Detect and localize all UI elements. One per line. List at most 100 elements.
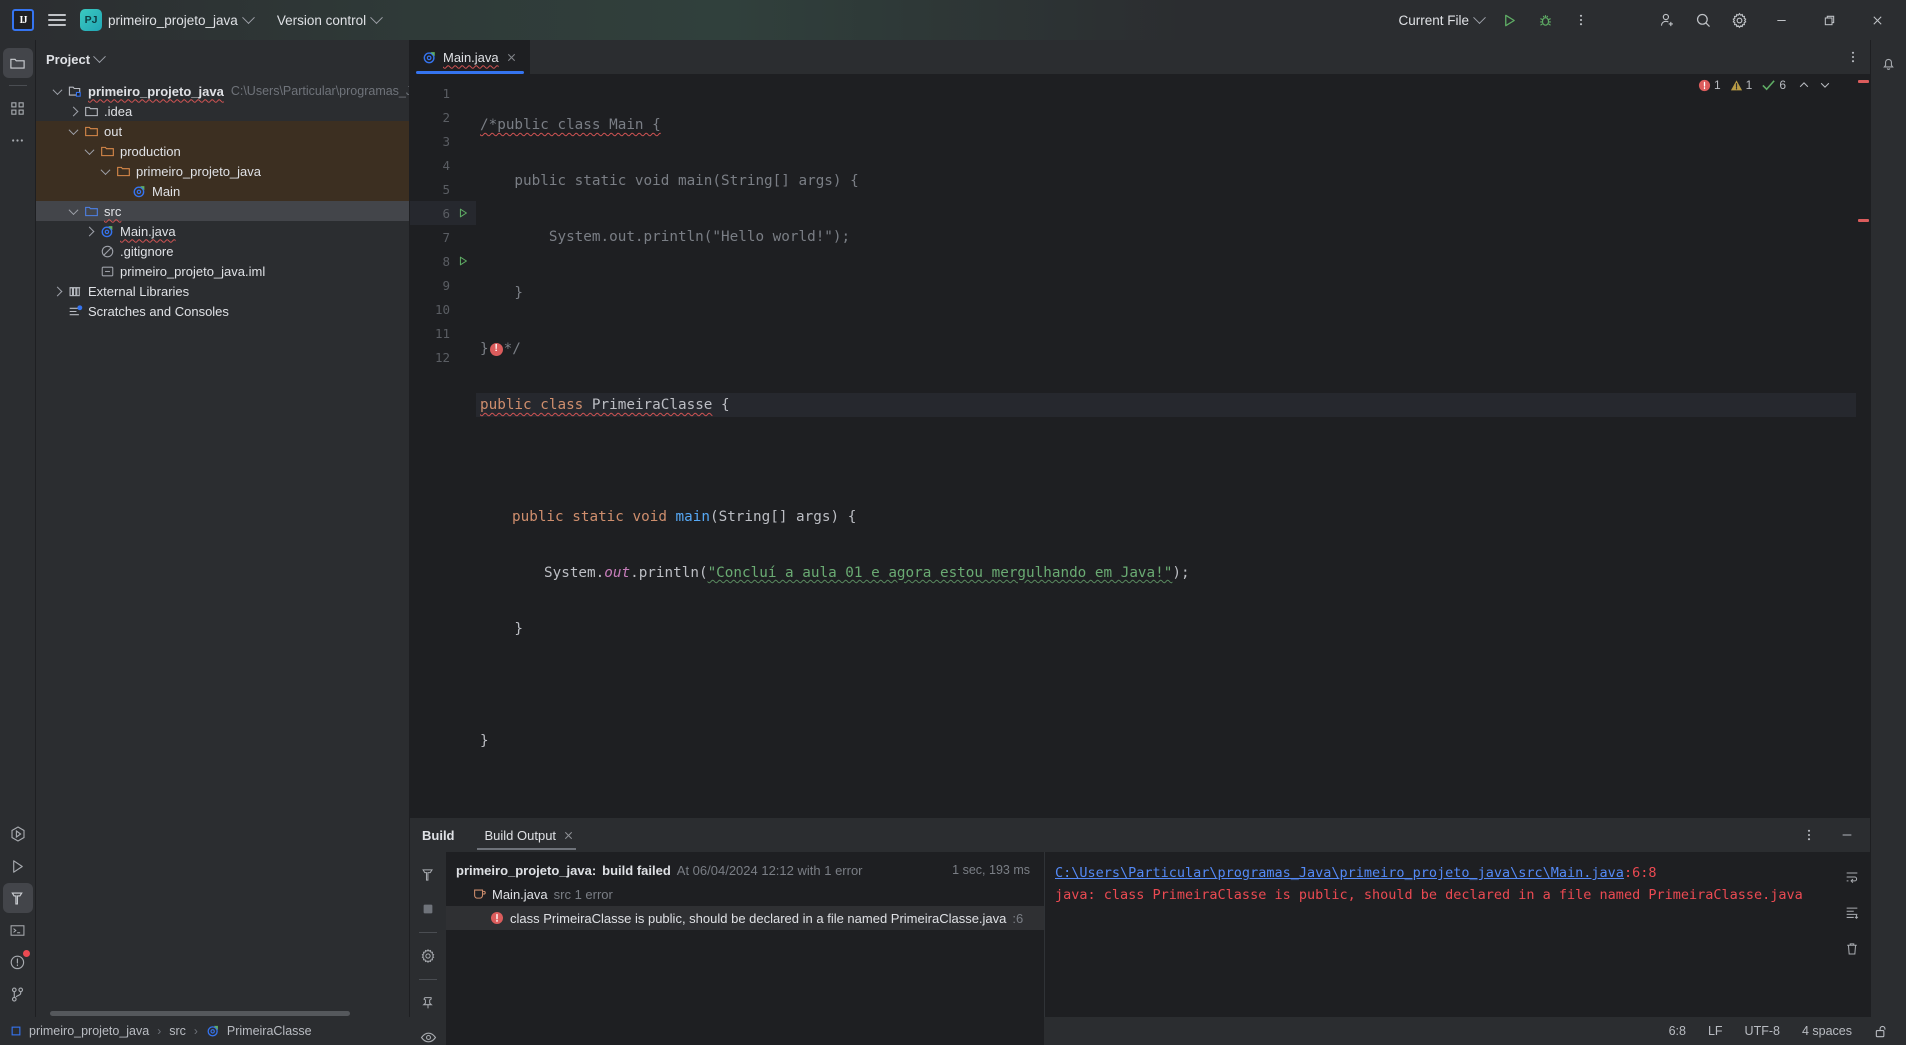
minimize-window-button[interactable] <box>1758 0 1804 40</box>
breadcrumb-src[interactable]: src <box>169 1024 186 1038</box>
gutter-line-3[interactable]: 3 <box>410 129 476 153</box>
build-panel-options-button[interactable] <box>1792 820 1826 850</box>
build-settings-button[interactable] <box>413 941 443 971</box>
line-separator[interactable]: LF <box>1701 1020 1730 1042</box>
tree-item-primeiro-projeto-java[interactable]: primeiro_projeto_java C:\Users\Particular… <box>36 81 410 101</box>
file-encoding[interactable]: UTF-8 <box>1738 1020 1787 1042</box>
inspection-marker-bar[interactable] <box>1856 74 1870 817</box>
build-eye-button[interactable] <box>413 1022 443 1045</box>
tree-item-scratches-and-consoles[interactable]: Scratches and Consoles <box>36 301 410 321</box>
gutter-run-icon[interactable] <box>454 255 472 267</box>
tree-item-src[interactable]: src <box>36 201 410 221</box>
tree-item-out[interactable]: out <box>36 121 410 141</box>
tree-twisty-down-icon[interactable] <box>96 164 114 175</box>
run-button[interactable] <box>1492 5 1526 35</box>
breadcrumb-module[interactable]: primeiro_projeto_java <box>10 1024 149 1038</box>
gutter-line-1[interactable]: 1 <box>410 81 476 105</box>
breadcrumb-class[interactable]: PrimeiraClasse <box>206 1024 312 1038</box>
gutter-line-2[interactable]: 2 <box>410 105 476 129</box>
tree-twisty-right-icon[interactable] <box>80 226 98 236</box>
tree-twisty-right-icon[interactable] <box>48 286 66 296</box>
gutter-run-icon[interactable] <box>454 207 472 219</box>
inspection-status-widget[interactable]: 1 1 6 <box>1698 78 1834 92</box>
next-problem-button[interactable] <box>1816 79 1834 91</box>
tree-item--idea[interactable]: .idea <box>36 101 410 121</box>
more-actions-button[interactable] <box>1564 5 1598 35</box>
gutter-line-10[interactable]: 10 <box>410 297 476 321</box>
gutter-line-7[interactable]: 7 <box>410 225 476 249</box>
run-configuration-selector[interactable]: Current File <box>1392 6 1490 34</box>
tree-twisty-down-icon[interactable] <box>64 204 82 215</box>
gutter-line-12[interactable]: 12 <box>410 345 476 369</box>
maximize-window-button[interactable] <box>1806 0 1852 40</box>
readonly-toggle[interactable] <box>1867 1020 1896 1042</box>
sidebar-item-problems[interactable] <box>3 947 33 977</box>
project-selector[interactable]: PJ primeiro_projeto_java <box>74 6 259 34</box>
editor-tab-close-icon[interactable] <box>505 50 519 64</box>
sidebar-item-commit[interactable] <box>3 93 33 123</box>
sidebar-item-version-control[interactable] <box>3 979 33 1009</box>
tree-item-primeiro-projeto-java[interactable]: primeiro_projeto_java <box>36 161 410 181</box>
tree-item-external-libraries[interactable]: External Libraries <box>36 281 410 301</box>
sidebar-item-build[interactable] <box>2 883 33 913</box>
build-file-row[interactable]: Main.java src 1 error <box>446 882 1044 906</box>
build-rerun-button[interactable] <box>413 860 443 890</box>
tree-twisty-down-icon[interactable] <box>80 144 98 155</box>
tree-item-production[interactable]: production <box>36 141 410 161</box>
indent-setting[interactable]: 4 spaces <box>1795 1020 1859 1042</box>
caret-position[interactable]: 6:8 <box>1662 1020 1693 1042</box>
sidebar-item-services[interactable] <box>3 819 33 849</box>
tree-twisty-down-icon[interactable] <box>48 84 66 95</box>
previous-problem-button[interactable] <box>1795 79 1813 91</box>
main-menu-button[interactable] <box>42 6 72 34</box>
search-everywhere-button[interactable] <box>1686 5 1720 35</box>
marker-error[interactable] <box>1858 80 1869 83</box>
tree-item--gitignore[interactable]: .gitignore <box>36 241 410 261</box>
build-root-row[interactable]: primeiro_projeto_java: build failed At 0… <box>446 858 1044 882</box>
version-control-button[interactable]: Version control <box>271 6 387 34</box>
code-line-8-params: (String[] args) { <box>709 509 857 525</box>
editor-gutter[interactable]: 1 2 3 4 5 6 7 8 9 10 11 12 <box>410 74 476 817</box>
gutter-line-8[interactable]: 8 <box>410 249 476 273</box>
soft-wrap-button[interactable] <box>1837 862 1867 892</box>
gutter-line-6[interactable]: 6 <box>410 201 476 225</box>
tab-build-output-close-icon[interactable] <box>563 830 574 841</box>
tree-item-main-java[interactable]: Main.java <box>36 221 410 241</box>
editor-tab-options-button[interactable] <box>1836 40 1870 74</box>
tree-twisty-down-icon[interactable] <box>64 124 82 135</box>
gutter-line-4[interactable]: 4 <box>410 153 476 177</box>
editor-tab-main-java[interactable]: Main.java <box>410 40 530 74</box>
build-error-row[interactable]: class PrimeiraClasse is public, should b… <box>446 906 1044 930</box>
marker-error-2[interactable] <box>1858 219 1869 222</box>
gutter-line-9[interactable]: 9 <box>410 273 476 297</box>
add-user-button[interactable] <box>1650 5 1684 35</box>
settings-button[interactable] <box>1722 5 1756 35</box>
build-console-file-link[interactable]: C:\Users\Particular\programas_Java\prime… <box>1055 865 1624 881</box>
project-tree[interactable]: primeiro_projeto_java C:\Users\Particular… <box>36 72 410 1017</box>
tree-item-primeiro-projeto-java-iml[interactable]: primeiro_projeto_java.iml <box>36 261 410 281</box>
project-panel-hscrollbar[interactable] <box>36 1009 410 1017</box>
sidebar-item-more-tool-windows[interactable] <box>3 125 33 155</box>
project-panel-header[interactable]: Project <box>36 46 410 72</box>
sidebar-item-project[interactable] <box>2 48 33 78</box>
close-window-button[interactable] <box>1854 0 1900 40</box>
build-pin-button[interactable] <box>413 988 443 1018</box>
sidebar-item-terminal[interactable] <box>3 915 33 945</box>
tab-build-output[interactable]: Build Output <box>473 818 587 852</box>
error-bulb-icon[interactable]: ! <box>489 342 503 356</box>
sidebar-item-notifications[interactable] <box>1874 48 1904 78</box>
clear-console-button[interactable] <box>1837 934 1867 964</box>
build-results-tree[interactable]: primeiro_projeto_java: build failed At 0… <box>446 852 1044 1045</box>
build-panel-hide-button[interactable] <box>1830 820 1864 850</box>
code-content[interactable]: /*public class Main { public static void… <box>476 74 1856 817</box>
gutter-line-5[interactable]: 5 <box>410 177 476 201</box>
editor-tab-bar-spacer <box>529 40 1836 74</box>
build-stop-button[interactable] <box>413 894 443 924</box>
gutter-line-11[interactable]: 11 <box>410 321 476 345</box>
sidebar-item-run[interactable] <box>3 851 33 881</box>
tree-item-main[interactable]: Main <box>36 181 410 201</box>
tree-twisty-right-icon[interactable] <box>64 106 82 116</box>
scroll-to-end-button[interactable] <box>1837 898 1867 928</box>
debug-button[interactable] <box>1528 5 1562 35</box>
intellij-logo-button[interactable]: IJ <box>6 6 40 34</box>
